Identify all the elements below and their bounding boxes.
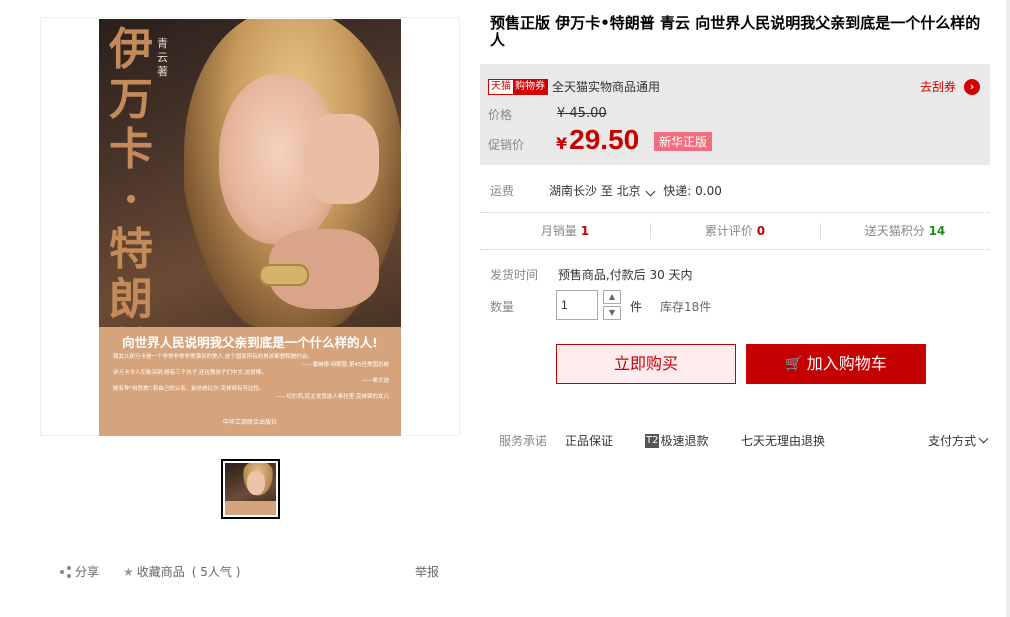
cover-quote-line: 她有种"自然美",和自己的父亲、前总统比尔·克林顿有可比性。 xyxy=(113,386,265,392)
cart-icon: 🛒 xyxy=(785,356,803,372)
promo-price-label: 促销价 xyxy=(488,138,525,152)
service-seven-day-return[interactable]: 七天无理由退换 xyxy=(741,432,825,449)
product-title: 预售正版 伊万卡•特朗普 青云 向世界人民说明我父亲到底是一个什么样的人 xyxy=(490,14,981,49)
price-label: 价格 xyxy=(488,108,513,122)
t2-icon: T2 xyxy=(645,433,660,448)
chevron-down-icon xyxy=(978,433,989,444)
shipping-label: 运费 xyxy=(490,184,515,198)
thumbnail-band xyxy=(225,501,276,515)
promo-tag: 新华正版 xyxy=(654,132,713,151)
share-button[interactable]: 分享 xyxy=(60,563,99,580)
thumbnail-image xyxy=(225,463,276,515)
cover-publisher: 中华工商联合出版社 xyxy=(222,419,277,426)
service-genuine[interactable]: 正品保证 xyxy=(565,432,613,449)
payment-methods-label: 支付方式 xyxy=(927,434,976,448)
cover-band-title: 向世界人民说明我父亲到底是一个什么样的人! xyxy=(122,335,378,350)
original-price: ¥ 45.00 xyxy=(557,106,607,121)
review-count-value: 0 xyxy=(756,224,766,238)
buy-now-button[interactable]: 立即购买 xyxy=(556,344,736,384)
service-fast-refund[interactable]: T2 极速退款 xyxy=(645,432,709,449)
cover-title-char: 朗 xyxy=(109,274,153,325)
page-scrollbar-track xyxy=(1006,0,1010,617)
delivery-value: 预售商品,付款后 30 天内 xyxy=(557,268,693,282)
get-coupon-label: 去刮券 xyxy=(919,80,956,94)
cover-title-char: 伊 xyxy=(109,24,153,75)
cover-quote-line: 伊万卡令人印象深刻,她有三个孩子,还在教孩子们中文,这很棒。 xyxy=(113,370,267,376)
cover-quote-signature: ——切尔西,民主党竞选人希拉里·克林顿的女儿 xyxy=(275,394,390,400)
main-product-image[interactable]: 伊 万 卡 · 特 朗 普 青云 著 向世界人民说明我父亲到底是一个什么样的人!… xyxy=(40,17,460,436)
share-bar: 分享 ★ 收藏商品 ( 5人气 ) 举报 xyxy=(60,563,440,579)
coupon-row: 天猫 购物券 全天猫实物商品通用 xyxy=(488,78,660,95)
cover-author: 青云 著 xyxy=(157,37,168,78)
report-label: 举报 xyxy=(415,565,440,579)
popularity-count: ( 5人气 ) xyxy=(191,565,241,579)
quantity-input[interactable] xyxy=(556,290,598,320)
currency-symbol: ¥ xyxy=(556,134,568,153)
thumbnail-photo-face xyxy=(247,471,265,495)
product-thumbnail[interactable] xyxy=(221,459,280,519)
tmall-points-value: 14 xyxy=(928,224,946,238)
cover-quote-line: 我女儿伊万卡是一个非常非常非常漂亮的美人,这个国家所有的男孩都想和她约会。 xyxy=(113,354,313,360)
cover-title-char: 特 xyxy=(109,224,153,275)
review-count[interactable]: 累计评价 0 xyxy=(650,213,820,249)
cover-title: 伊 万 卡 · 特 朗 普 xyxy=(103,25,159,375)
price-panel: 天猫 购物券 全天猫实物商品通用 去刮券 › 价格 ¥ 45.00 促销价 ¥ … xyxy=(480,64,990,165)
review-count-label: 累计评价 xyxy=(704,224,753,238)
cover-band-quotes: 我女儿伊万卡是一个非常非常非常漂亮的美人,这个国家所有的男孩都想和她约会。 ——… xyxy=(113,353,389,401)
monthly-sales-value: 1 xyxy=(580,224,590,238)
promo-price-value: 29.50 xyxy=(569,124,640,155)
shipping-fee: 快递: 0.00 xyxy=(663,184,722,198)
share-icon xyxy=(60,565,72,578)
cover-photo-bracelet xyxy=(259,264,309,286)
payment-methods-dropdown[interactable]: 支付方式 xyxy=(927,432,989,449)
shipping-destination[interactable]: 湖南长沙 至 北京 快递: 0.00 xyxy=(549,182,722,199)
quantity-label: 数量 xyxy=(490,300,515,314)
get-coupon-link[interactable]: 去刮券 › xyxy=(920,78,980,95)
book-cover: 伊 万 卡 · 特 朗 普 青云 著 向世界人民说明我父亲到底是一个什么样的人!… xyxy=(99,19,401,436)
monthly-sales-label: 月销量 xyxy=(540,224,577,238)
favorite-button[interactable]: ★ 收藏商品 ( 5人气 ) xyxy=(123,563,240,580)
chevron-down-icon xyxy=(646,186,656,197)
add-to-cart-button[interactable]: 🛒 加入购物车 xyxy=(746,344,926,384)
stock-count: 库存18件 xyxy=(660,300,712,314)
promo-price: ¥ 29.50 xyxy=(556,124,639,156)
star-icon: ★ xyxy=(123,564,134,579)
cover-quote-signature: ——希文迪 xyxy=(361,378,389,384)
arrow-right-icon: › xyxy=(964,78,980,95)
favorite-label: 收藏商品 xyxy=(136,565,185,579)
coupon-description: 全天猫实物商品通用 xyxy=(552,80,661,94)
cover-photo-hand xyxy=(304,114,379,204)
quantity-increase-button[interactable]: ▲ xyxy=(603,290,621,304)
cover-title-char: 卡 xyxy=(109,124,153,175)
quantity-decrease-button[interactable]: ▼ xyxy=(603,306,621,320)
quantity-row: 数量 ▲ ▼ 件 库存18件 xyxy=(490,290,890,322)
stats-row: 月销量 1 累计评价 0 送天猫积分 14 xyxy=(480,212,990,250)
coupon-badge-brand: 天猫 xyxy=(489,79,513,94)
fast-refund-label: 极速退款 xyxy=(660,434,709,448)
cover-title-char: · xyxy=(123,174,139,225)
coupon-badge-type: 购物券 xyxy=(513,79,547,94)
service-label: 服务承诺 xyxy=(499,434,548,448)
tmall-points: 送天猫积分 14 xyxy=(820,213,990,249)
tmall-coupon-badge: 天猫 购物券 xyxy=(488,78,548,95)
tmall-points-label: 送天猫积分 xyxy=(864,224,925,238)
shipping-route: 湖南长沙 至 北京 xyxy=(549,184,641,198)
delivery-row: 发货时间 预售商品,付款后 30 天内 xyxy=(490,266,693,283)
quantity-unit: 件 xyxy=(630,300,643,314)
report-link[interactable]: 举报 xyxy=(415,563,439,580)
monthly-sales: 月销量 1 xyxy=(480,213,650,249)
cover-quote-signature: ——唐纳德·特朗普,第45任美国总统 xyxy=(301,362,390,368)
share-label: 分享 xyxy=(75,565,100,579)
cover-title-char: 万 xyxy=(109,74,153,125)
delivery-label: 发货时间 xyxy=(490,268,539,282)
add-to-cart-label: 加入购物车 xyxy=(806,354,887,373)
